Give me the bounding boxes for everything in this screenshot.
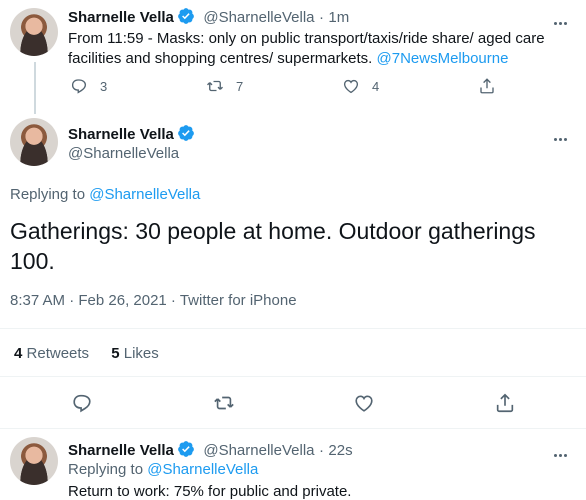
reply-count: 3 [100, 78, 108, 94]
author-name[interactable]: Sharnelle Vella [68, 442, 174, 459]
likes-label: Likes [123, 345, 159, 362]
retweet-icon[interactable] [213, 392, 235, 414]
reply-icon [71, 79, 87, 94]
retweet-button[interactable]: 7 [206, 77, 342, 95]
author-handle[interactable]: @SharnelleVella [203, 442, 314, 459]
more-options-icon[interactable] [554, 12, 572, 30]
likes-count: 5 [111, 345, 120, 362]
tweet-header: Sharnelle Vella @SharnelleVella · 22s [68, 440, 353, 460]
divider [0, 428, 586, 429]
like-button[interactable]: 4 [342, 77, 478, 95]
retweets-count: 4 [14, 345, 23, 362]
like-count: 4 [372, 78, 380, 94]
tweet-header: Sharnelle Vella @SharnelleVella · 1m [68, 7, 349, 27]
replying-label: Replying to [68, 461, 144, 478]
divider [0, 328, 586, 329]
author-name[interactable]: Sharnelle Vella [68, 126, 174, 143]
retweets-label: Retweets [26, 345, 90, 362]
tweet-time[interactable]: 1m [328, 9, 349, 26]
tweet-actions: 3 7 4 [70, 77, 496, 95]
tweet-text-line: From 11:59 - Masks: only on public trans… [68, 30, 545, 47]
replying-to: Replying to @SharnelleVella [10, 186, 200, 203]
share-icon [480, 78, 494, 94]
tweet-timestamp[interactable]: 8:37 AM · Feb 26, 2021 · Twitter for iPh… [10, 292, 297, 309]
heart-icon[interactable] [353, 392, 375, 414]
share-button[interactable] [478, 77, 496, 95]
author-handle[interactable]: @SharnelleVella [68, 145, 179, 162]
likes-stat[interactable]: 5 Likes [111, 345, 159, 362]
retweets-stat[interactable]: 4 Retweets [14, 345, 89, 362]
tweet-text-span: facilities and shopping centres/ superma… [68, 50, 373, 67]
tweet-text-line: facilities and shopping centres/ superma… [68, 49, 568, 69]
tweet-text: From 11:59 - Masks: only on public trans… [68, 29, 568, 69]
retweet-count: 7 [236, 78, 244, 94]
main-tweet-text: Gatherings: 30 people at home. Outdoor g… [10, 216, 570, 276]
separator: · [318, 442, 324, 459]
replying-to-link[interactable]: @SharnelleVella [89, 186, 200, 203]
separator: · [318, 9, 324, 26]
more-options-icon[interactable] [554, 128, 572, 146]
heart-icon [343, 79, 359, 94]
verified-badge-icon [178, 8, 194, 24]
avatar[interactable] [10, 118, 58, 166]
reply-icon[interactable] [71, 392, 93, 414]
more-options-icon[interactable] [554, 444, 572, 462]
tweet-header: Sharnelle Vella [68, 124, 195, 144]
author-handle[interactable]: @SharnelleVella [203, 9, 314, 26]
replying-to-link[interactable]: @SharnelleVella [147, 461, 258, 478]
replying-label: Replying to [10, 186, 86, 203]
divider [0, 376, 586, 377]
tweet-time[interactable]: 22s [328, 442, 352, 459]
retweet-icon [207, 80, 223, 92]
tweet-stats: 4 Retweets 5 Likes [14, 345, 159, 362]
tweet-text-line: 100. [10, 248, 55, 274]
author-name[interactable]: Sharnelle Vella [68, 9, 174, 26]
share-icon[interactable] [494, 392, 516, 414]
tweet-text-line: Gatherings: 30 people at home. Outdoor g… [10, 218, 536, 244]
replying-to: Replying to @SharnelleVella [68, 461, 258, 478]
thread-line [34, 62, 36, 114]
reply-button[interactable]: 3 [70, 77, 206, 95]
tweet-text: Return to work: 75% for public and priva… [68, 483, 352, 500]
verified-badge-icon [178, 125, 194, 141]
verified-badge-icon [178, 441, 194, 457]
avatar[interactable] [10, 8, 58, 56]
mention-link[interactable]: @7NewsMelbourne [377, 50, 509, 67]
avatar[interactable] [10, 437, 58, 485]
